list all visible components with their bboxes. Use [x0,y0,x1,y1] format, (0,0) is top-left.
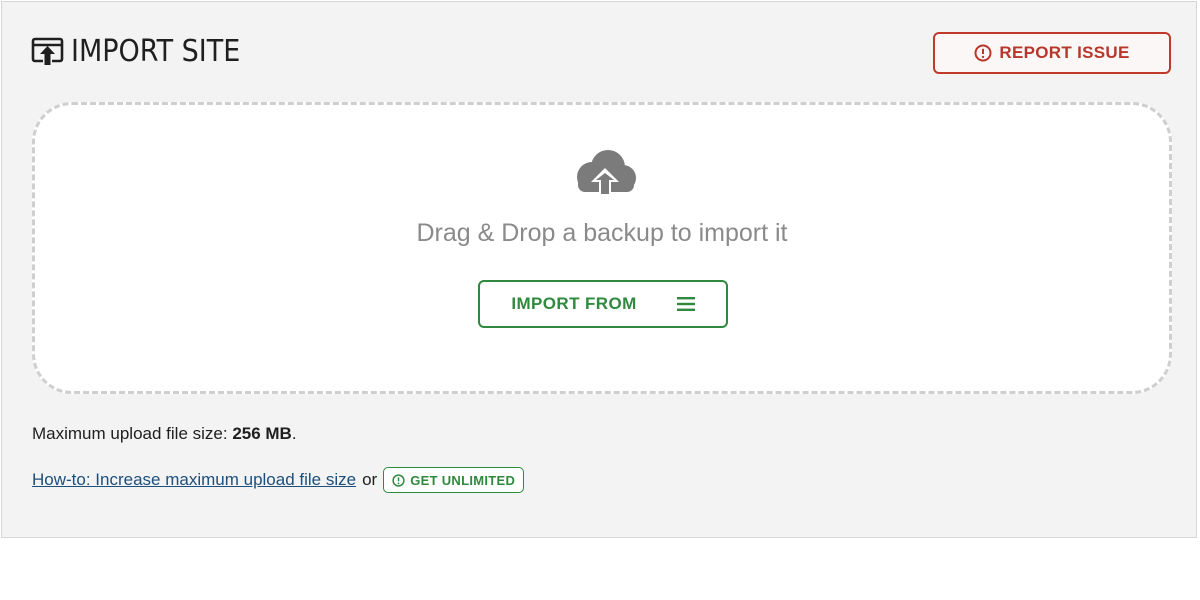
howto-increase-upload-link[interactable]: How-to: Increase maximum upload file siz… [32,470,356,490]
alert-circle-icon [974,44,992,62]
get-unlimited-button[interactable]: GET UNLIMITED [383,467,525,493]
max-upload-value: 256 MB [232,424,292,443]
import-site-icon [31,37,64,65]
max-upload-suffix: . [291,424,297,443]
upload-help-links: How-to: Increase maximum upload file siz… [32,467,525,493]
max-upload-info: Maximum upload file size: 256 MB. [32,424,297,444]
hamburger-menu-icon [676,297,695,311]
get-unlimited-label: GET UNLIMITED [410,472,516,488]
import-from-label: IMPORT FROM [511,294,637,313]
dropzone-instructions: Drag & Drop a backup to import it [416,219,788,247]
report-issue-button[interactable]: REPORT ISSUE [933,32,1171,74]
page-header: IMPORT SITE [31,34,259,69]
cloud-upload-icon [577,150,636,197]
report-issue-label: REPORT ISSUE [999,43,1130,62]
links-separator: or [362,470,378,489]
page-title: IMPORT SITE [71,34,241,69]
backup-dropzone[interactable]: Drag & Drop a backup to import it IMPORT… [32,102,1172,394]
import-site-panel: IMPORT SITE REPORT ISSUE Drag & Drop a b… [1,1,1197,538]
import-from-button[interactable]: IMPORT FROM [478,280,728,328]
alert-circle-icon [392,473,405,487]
max-upload-prefix: Maximum upload file size: [32,424,228,443]
